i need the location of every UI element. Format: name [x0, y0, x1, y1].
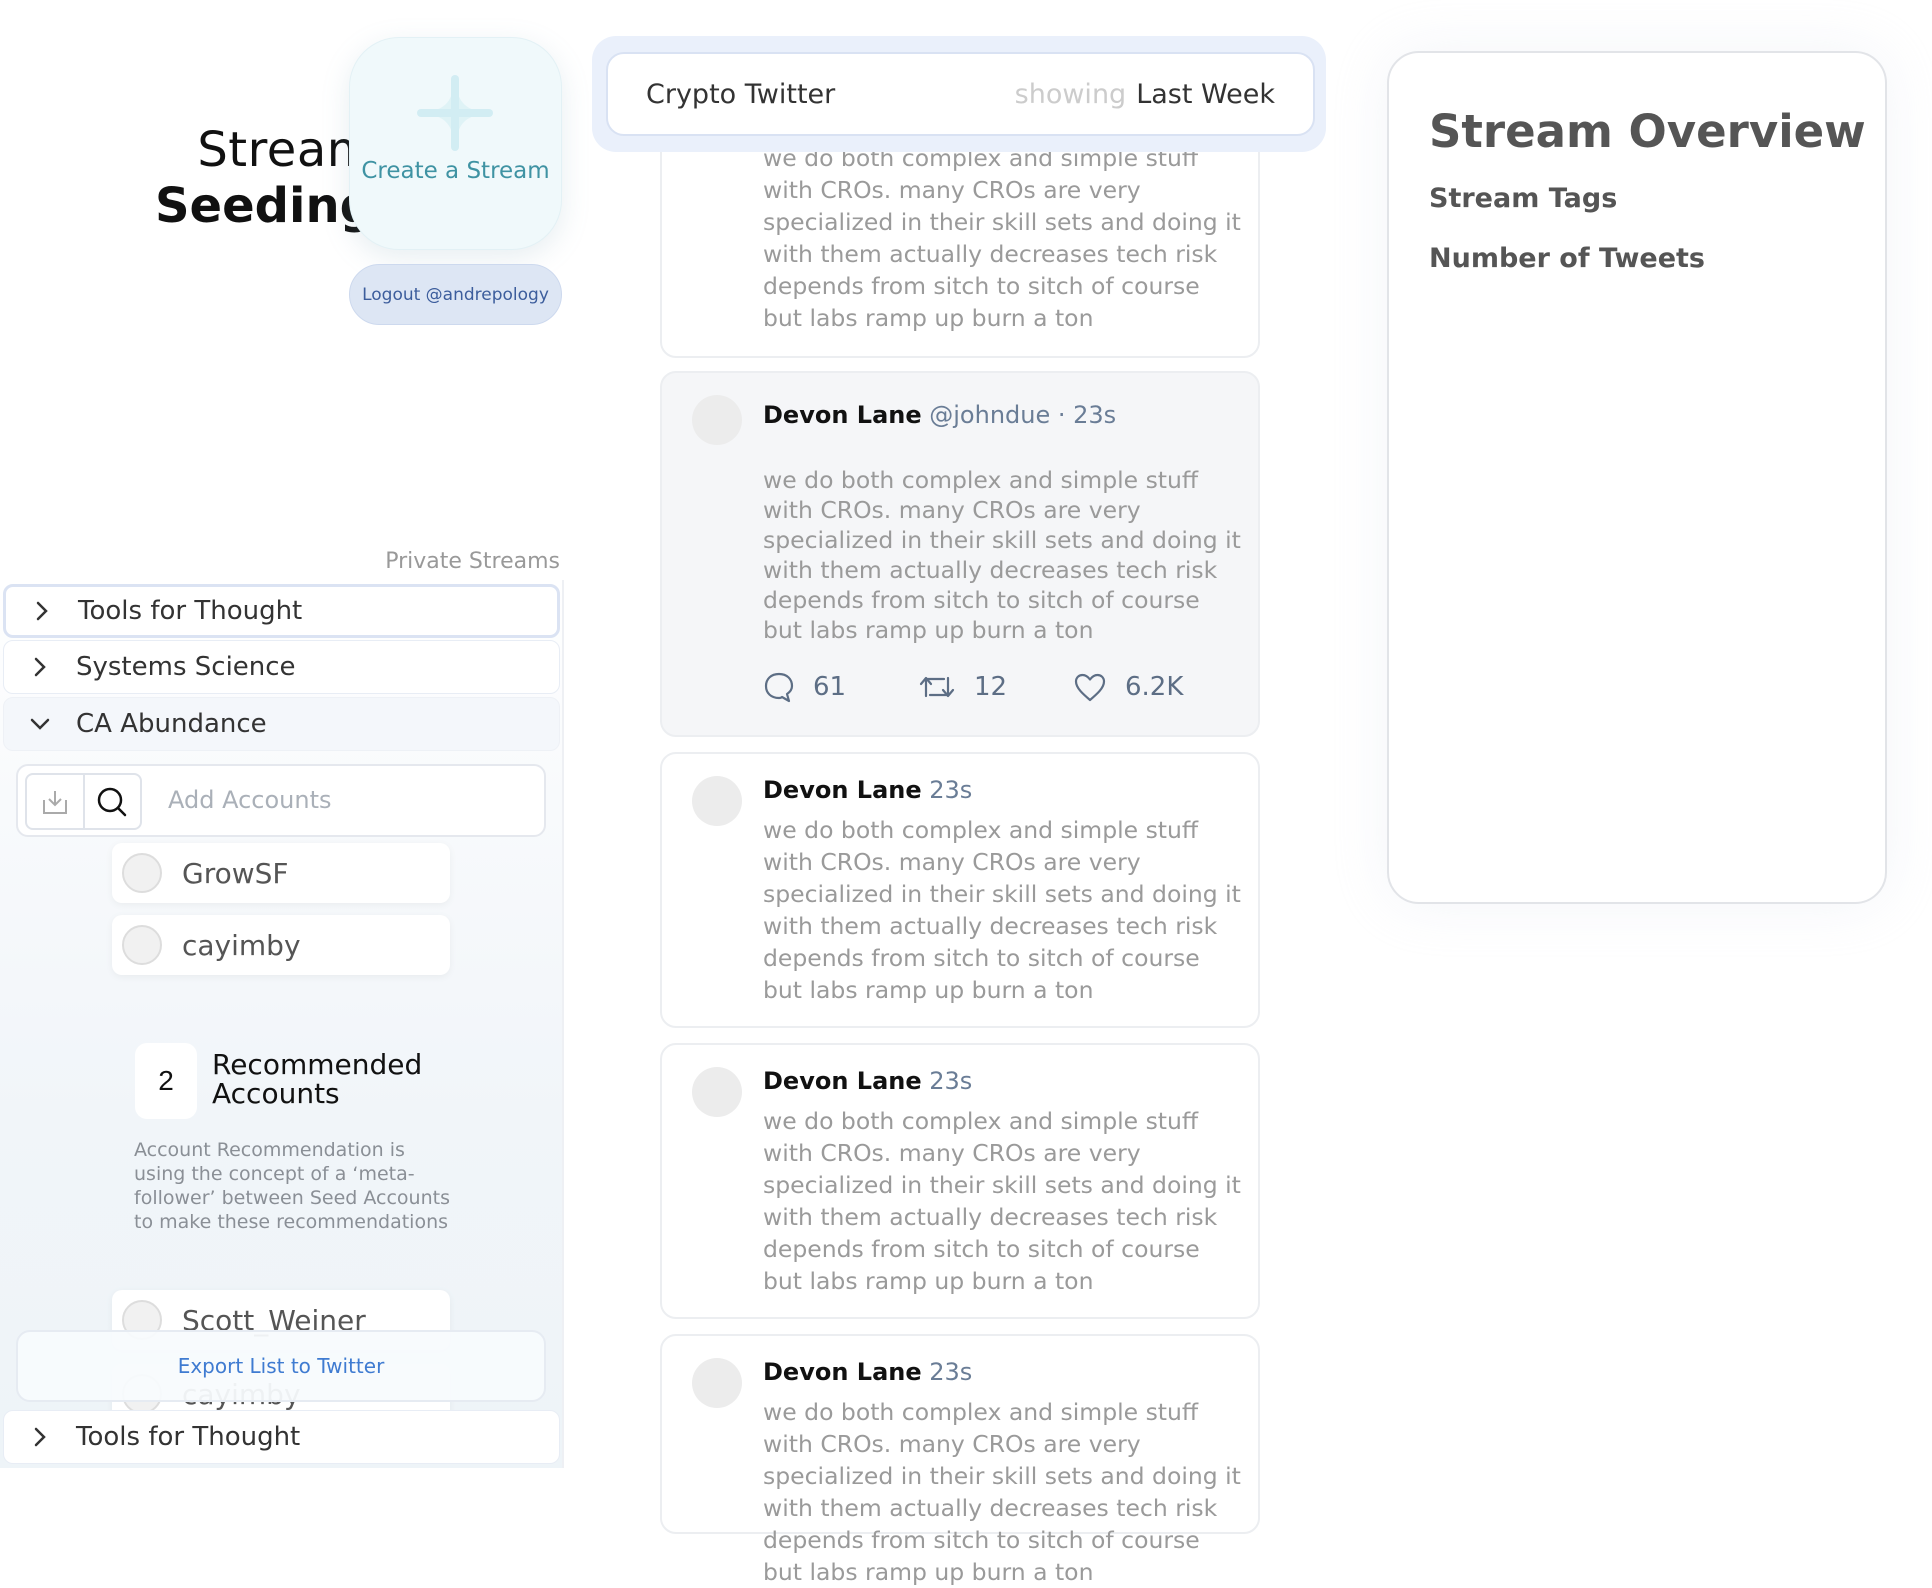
account-name: GrowSF [182, 856, 289, 890]
tweet-body: we do both complex and simple stuff with… [763, 1107, 1241, 1295]
stream-item-label: Tools for Thought [78, 596, 303, 626]
recommended-title-line2: Accounts [212, 1077, 340, 1110]
retweet-button[interactable]: 12 [918, 671, 1073, 703]
tweet-author[interactable]: Devon Lane 23s [763, 776, 972, 804]
seed-account-item[interactable]: cayimby [112, 915, 450, 975]
stream-item-ca-abundance[interactable]: CA Abundance [3, 697, 560, 751]
reply-icon [764, 672, 794, 703]
author-name: Devon Lane [763, 1067, 922, 1095]
retweet-count: 12 [974, 672, 1008, 702]
recommended-description: Account Recommendation is using the conc… [134, 1139, 450, 1233]
account-name: cayimby [182, 928, 301, 962]
stream-item-tools-for-thought[interactable]: Tools for Thought [3, 1410, 560, 1464]
logout-button[interactable]: Logout @andrepology [349, 264, 562, 325]
recommended-title-line1: Recommended [212, 1048, 423, 1081]
avatar[interactable] [692, 395, 742, 445]
chevron-right-icon [6, 600, 78, 622]
download-tray-icon [42, 790, 67, 814]
tweet-actions: 61 12 6.2K [763, 671, 1228, 703]
like-button[interactable]: 6.2K [1073, 671, 1228, 703]
create-stream-button[interactable]: Create a Stream [349, 37, 562, 250]
tweet-card[interactable]: Devon Lane @johndue · 23s we do both com… [660, 371, 1260, 737]
create-stream-label: Create a Stream [361, 158, 550, 184]
feed-stream-name: Crypto Twitter [646, 78, 836, 110]
feed-header: Crypto Twitter showing Last Week [606, 52, 1315, 136]
stream-item-label: CA Abundance [76, 709, 267, 739]
author-name: Devon Lane [763, 401, 922, 429]
recommended-title: Recommended Accounts [212, 1050, 422, 1108]
chevron-right-icon [4, 1426, 76, 1448]
chevron-down-icon [4, 717, 76, 731]
avatar[interactable] [692, 1358, 742, 1408]
stream-tags-label: Stream Tags [1429, 183, 1618, 214]
search-button[interactable] [85, 775, 141, 828]
overview-title: Stream Overview [1429, 105, 1866, 158]
stream-item-label: Tools for Thought [76, 1422, 301, 1452]
stream-item-tools-for-thought[interactable]: Tools for Thought [3, 584, 560, 638]
recommended-count-badge: 2 [135, 1043, 197, 1119]
avatar[interactable] [692, 776, 742, 826]
author-time: 23s [929, 1067, 973, 1095]
author-handle-time: @johndue · 23s [929, 401, 1117, 429]
tweet-card[interactable]: Devon Lane 23s we do both complex and si… [660, 1043, 1260, 1319]
import-button[interactable] [27, 775, 85, 828]
account-radio[interactable] [122, 925, 162, 965]
tweet-author[interactable]: Devon Lane @johndue · 23s [763, 401, 1116, 429]
seed-account-item[interactable]: GrowSF [112, 843, 450, 903]
like-count: 6.2K [1125, 672, 1184, 702]
tweet-card[interactable]: Devon Lane 23s we do both complex and si… [660, 752, 1260, 1028]
reply-button[interactable]: 61 [763, 671, 918, 703]
heart-icon [1074, 673, 1106, 702]
author-time: 23s [929, 1358, 973, 1386]
author-name: Devon Lane [763, 1358, 922, 1386]
tweet-body: we do both complex and simple stuff with… [763, 144, 1241, 332]
tweet-card[interactable]: Devon Lane 23s we do both complex and si… [660, 1334, 1260, 1586]
author-name: Devon Lane [763, 776, 922, 804]
stream-item-systems-science[interactable]: Systems Science [3, 640, 560, 694]
brand-title-line1: Stream [197, 122, 374, 178]
retweet-icon [919, 676, 955, 698]
brand-title-line2: Seeding [154, 178, 374, 234]
export-list-button[interactable]: Export List to Twitter [16, 1330, 546, 1402]
add-accounts-field[interactable]: Add Accounts [16, 764, 546, 837]
add-accounts-placeholder: Add Accounts [168, 786, 332, 814]
author-time: 23s [929, 776, 973, 804]
reply-count: 61 [813, 672, 847, 702]
plus-icon [417, 75, 493, 151]
private-streams-heading: Private Streams [385, 549, 560, 574]
chevron-right-icon [4, 656, 76, 678]
tweet-author[interactable]: Devon Lane 23s [763, 1067, 972, 1095]
feed-showing-label: showing [1014, 78, 1127, 110]
tweet-body: we do both complex and simple stuff with… [763, 466, 1241, 644]
account-radio[interactable] [122, 853, 162, 893]
stream-overview-panel: Stream Overview Stream Tags Number of Tw… [1387, 51, 1887, 904]
number-of-tweets-label: Number of Tweets [1429, 243, 1705, 274]
tweet-body: we do both complex and simple stuff with… [763, 816, 1241, 1004]
search-icon [98, 787, 127, 816]
tweet-card[interactable]: we do both complex and simple stuff with… [660, 122, 1260, 358]
avatar[interactable] [692, 1067, 742, 1117]
tweet-author[interactable]: Devon Lane 23s [763, 1358, 972, 1386]
feed-range-select[interactable]: Last Week [1136, 79, 1275, 110]
tweet-body: we do both complex and simple stuff with… [763, 1398, 1241, 1586]
stream-item-label: Systems Science [76, 652, 296, 682]
